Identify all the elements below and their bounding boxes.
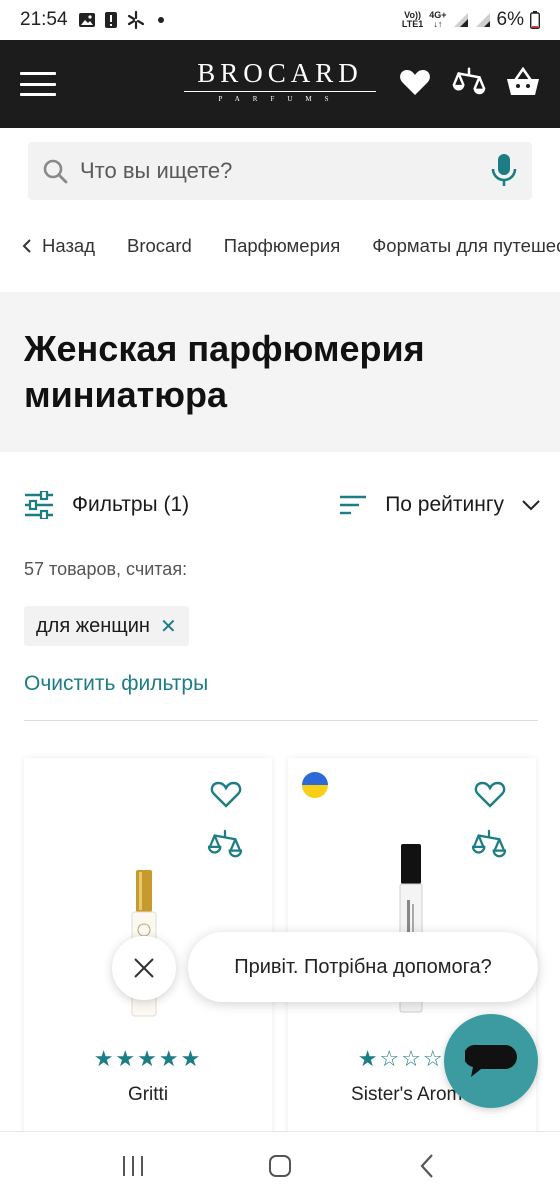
network-type: 4G+ ↓↑ (429, 10, 447, 29)
results-count: 57 товаров, считая: (24, 559, 188, 579)
home-icon[interactable] (250, 1141, 310, 1191)
rating-stars: ★★★★★ (93, 1046, 203, 1071)
sort-label: По рейтингу (385, 493, 504, 516)
signal-icon-2 (475, 13, 490, 27)
sort-icon (340, 495, 367, 515)
compare-icon[interactable] (208, 828, 242, 860)
search-input[interactable] (80, 158, 490, 184)
back-icon[interactable] (397, 1141, 457, 1191)
breadcrumb-item-travel[interactable]: Форматы для путешествий (372, 235, 560, 257)
chat-icon (465, 1044, 517, 1077)
chat-message: Привіт. Потрібна допомога? (234, 955, 492, 978)
clear-filters-link[interactable]: Очистить фильтры (24, 672, 208, 696)
filters-button[interactable]: Фильтры (1) (24, 491, 189, 519)
close-icon[interactable]: ✕ (160, 614, 177, 639)
microphone-icon[interactable] (490, 153, 518, 189)
status-time: 21:54 (20, 9, 68, 30)
filter-sliders-icon (25, 491, 53, 519)
breadcrumb-item-perfume[interactable]: Парфюмерия (224, 235, 340, 257)
page-title: Женская парфюмерия миниатюра (24, 328, 425, 415)
recent-apps-icon[interactable] (103, 1141, 163, 1191)
product-name[interactable]: Gritti (24, 1084, 272, 1106)
close-icon (134, 958, 154, 978)
gallery-icon (78, 13, 95, 27)
heart-outline-icon[interactable] (474, 780, 506, 808)
network-label: Vo)) LTE1 (401, 10, 424, 29)
pinwheel-icon (127, 10, 144, 30)
filter-chip-women[interactable]: для женщин ✕ (24, 606, 189, 646)
notification-dot-icon (157, 17, 164, 23)
alert-icon (104, 12, 117, 28)
battery-icon (530, 11, 540, 29)
close-chat-button[interactable] (112, 936, 176, 1000)
signal-icon (453, 13, 468, 27)
title-section: Женская парфюмерия миниатюра (0, 292, 560, 452)
filters-label: Фильтры (1) (72, 493, 190, 516)
search-bar (28, 142, 532, 200)
brocard-logo[interactable]: BROCARD PARFUMS (184, 58, 376, 103)
compare-icon[interactable] (472, 828, 506, 860)
breadcrumb-back[interactable]: Назад (22, 235, 95, 257)
chevron-left-icon (22, 239, 31, 253)
system-nav-bar (0, 1131, 560, 1200)
divider (24, 720, 538, 721)
filter-row: Фильтры (1) По рейтингу (24, 480, 540, 530)
search-icon (43, 159, 68, 184)
status-bar: 21:54 Vo)) LTE1 4G+ ↓↑ 6% (0, 0, 560, 40)
sort-dropdown[interactable]: По рейтингу (339, 493, 540, 517)
basket-icon[interactable] (506, 62, 540, 102)
breadcrumb: Назад Brocard Парфюмерия Форматы для пут… (22, 232, 560, 260)
ukraine-flag-icon (302, 772, 328, 798)
heart-icon[interactable] (398, 62, 432, 102)
chat-greeting-bubble[interactable]: Привіт. Потрібна допомога? (188, 932, 538, 1002)
battery-percent: 6% (496, 9, 524, 30)
app-header: BROCARD PARFUMS (0, 40, 560, 128)
chip-label: для женщин (36, 614, 150, 637)
chevron-down-icon (522, 500, 540, 511)
menu-icon[interactable] (20, 72, 56, 96)
compare-icon[interactable] (452, 62, 486, 102)
heart-outline-icon[interactable] (210, 780, 242, 808)
breadcrumb-item-brocard[interactable]: Brocard (127, 235, 192, 257)
chat-button[interactable] (444, 1014, 538, 1108)
